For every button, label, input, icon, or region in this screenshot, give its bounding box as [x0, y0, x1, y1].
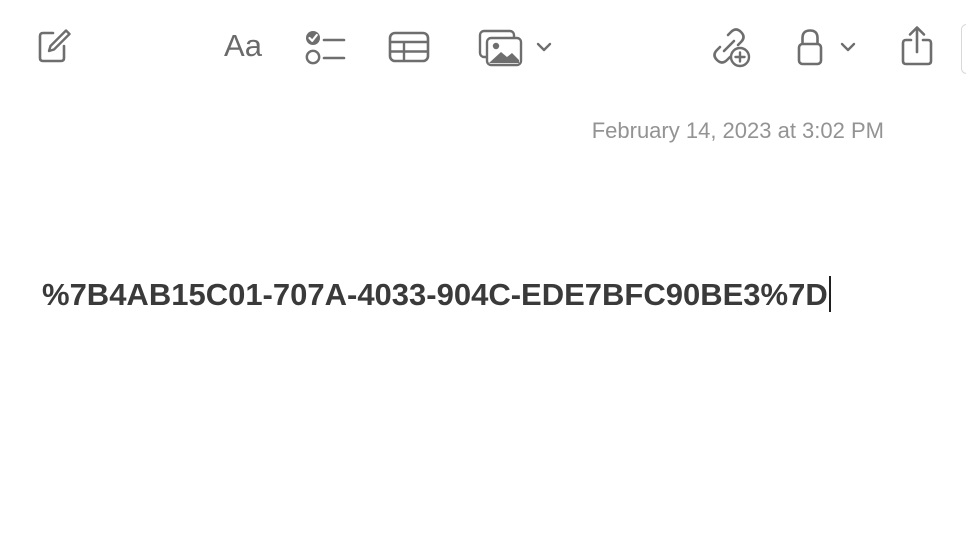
share-icon: [901, 26, 933, 66]
lock-button[interactable]: [792, 26, 828, 68]
share-button[interactable]: [898, 24, 936, 68]
table-button[interactable]: [386, 28, 432, 66]
checklist-icon: [305, 31, 346, 65]
collaborate-button[interactable]: [706, 24, 752, 68]
lock-dropdown-button[interactable]: [838, 36, 858, 58]
chevron-down-icon: [840, 42, 856, 52]
media-button[interactable]: [476, 26, 524, 68]
note-date: February 14, 2023 at 3:02 PM: [591, 118, 884, 143]
photo-icon: [478, 29, 523, 67]
table-icon: [388, 31, 430, 63]
text-caret: [828, 276, 831, 312]
checklist-button[interactable]: [302, 26, 348, 68]
window-edge: [961, 24, 966, 74]
toolbar: Aa: [0, 0, 966, 92]
notes-window: Aa February 14, 2023 at 3:02 PM %7B4AB15…: [0, 0, 966, 538]
new-note-button[interactable]: [30, 26, 74, 66]
note-body-text[interactable]: %7B4AB15C01-707A-4033-904C-EDE7BFC90BE3%…: [42, 277, 828, 312]
lock-icon: [797, 29, 823, 66]
media-dropdown-button[interactable]: [534, 36, 554, 58]
note-body[interactable]: %7B4AB15C01-707A-4033-904C-EDE7BFC90BE3%…: [42, 276, 831, 313]
chevron-down-icon: [536, 42, 552, 52]
format-button[interactable]: Aa: [216, 26, 270, 66]
link-add-icon: [713, 28, 751, 68]
compose-icon: [38, 29, 71, 63]
format-label: Aa: [224, 28, 262, 63]
